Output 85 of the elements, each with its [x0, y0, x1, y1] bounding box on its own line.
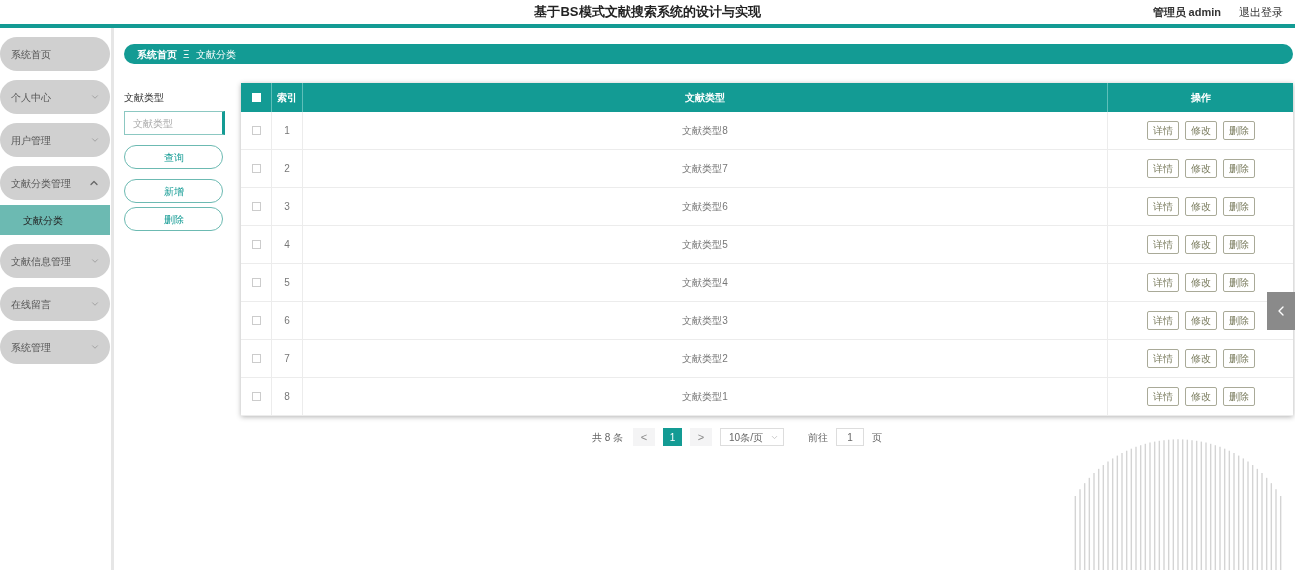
- table-cell-text: 文献类型6: [682, 200, 728, 214]
- breadcrumb-separator: Ξ: [183, 47, 190, 62]
- page-title: 基于BS模式文献搜索系统的设计与实现: [534, 3, 761, 22]
- row-action-button[interactable]: 详情: [1146, 197, 1179, 216]
- search-field[interactable]: 文献类型: [124, 111, 225, 135]
- chevron-down-icon: [90, 342, 100, 352]
- sidebar-item[interactable]: 个人中心: [0, 80, 110, 114]
- column-header: 文献类型: [685, 91, 725, 105]
- action-button[interactable]: 查询: [124, 145, 223, 169]
- goto-label: 前往: [808, 430, 829, 445]
- sidebar-item[interactable]: 系统管理: [0, 330, 110, 364]
- next-page-button[interactable]: >: [690, 428, 713, 446]
- user-label: 管理员 admin: [1152, 4, 1221, 20]
- table-cell-text: 4: [284, 238, 290, 252]
- logout-link[interactable]: 退出登录: [1239, 3, 1283, 21]
- table-cell-text: 2: [284, 162, 290, 176]
- sidebar-item[interactable]: 系统首页: [0, 37, 110, 71]
- sidebar-subitem[interactable]: 文献分类: [0, 205, 110, 235]
- sidebar-item[interactable]: 文献信息管理: [0, 244, 110, 278]
- row-checkbox[interactable]: [251, 164, 261, 173]
- table-cell-text: 文献类型8: [682, 124, 728, 138]
- row-action-button[interactable]: 详情: [1146, 349, 1179, 368]
- table-cell-text: 文献类型1: [682, 390, 728, 404]
- table-cell-text: 8: [284, 390, 290, 404]
- page-button[interactable]: 1: [663, 428, 683, 446]
- chevron-down-icon: [90, 256, 100, 266]
- row-action-button[interactable]: 修改: [1184, 273, 1217, 292]
- row-action-button[interactable]: 删除: [1222, 197, 1255, 216]
- table-cell-text: 5: [284, 276, 290, 290]
- breadcrumb-link[interactable]: 系统首页: [137, 46, 177, 62]
- table-cell-text: 6: [284, 314, 290, 328]
- row-checkbox[interactable]: [251, 126, 261, 135]
- row-checkbox[interactable]: [251, 240, 261, 249]
- row-action-button[interactable]: 详情: [1146, 235, 1179, 254]
- chevron-down-icon: [90, 299, 100, 309]
- column-header: 操作: [1190, 91, 1211, 105]
- row-action-button[interactable]: 删除: [1222, 235, 1255, 254]
- table-cell-text: 文献类型5: [682, 238, 728, 252]
- chevron-down-icon: [90, 135, 100, 145]
- row-checkbox[interactable]: [251, 354, 261, 363]
- row-action-button[interactable]: 修改: [1184, 349, 1217, 368]
- row-action-button[interactable]: 删除: [1222, 387, 1255, 406]
- row-action-button[interactable]: 删除: [1222, 273, 1255, 292]
- row-action-button[interactable]: 详情: [1146, 121, 1179, 140]
- goto-suffix: 页: [872, 430, 883, 445]
- goto-page-field[interactable]: 1: [836, 428, 865, 446]
- row-action-button[interactable]: 删除: [1222, 349, 1255, 368]
- row-action-button[interactable]: 详情: [1146, 311, 1179, 330]
- sidebar-item[interactable]: 用户管理: [0, 123, 110, 157]
- total-count: 共 8 条: [591, 430, 624, 445]
- sidebar-item[interactable]: 在线留言: [0, 287, 110, 321]
- table-cell-text: 3: [284, 200, 290, 214]
- collapse-tab[interactable]: [1267, 292, 1295, 330]
- row-action-button[interactable]: 删除: [1222, 121, 1255, 140]
- row-action-button[interactable]: 详情: [1146, 273, 1179, 292]
- table-cell-text: 1: [284, 124, 290, 138]
- row-action-button[interactable]: 详情: [1146, 387, 1179, 406]
- row-action-button[interactable]: 修改: [1184, 197, 1217, 216]
- row-checkbox[interactable]: [251, 316, 261, 325]
- select-all-checkbox[interactable]: [251, 93, 261, 102]
- prev-page-button[interactable]: <: [633, 428, 656, 446]
- row-action-button[interactable]: 详情: [1146, 159, 1179, 178]
- action-button[interactable]: 新增: [124, 179, 223, 203]
- action-button[interactable]: 删除: [124, 207, 223, 231]
- table-cell-text: 7: [284, 352, 290, 366]
- page-size-select[interactable]: 10条/页: [720, 428, 785, 446]
- table-cell-text: 文献类型4: [682, 276, 728, 290]
- filter-label: 文献类型: [124, 91, 165, 105]
- row-checkbox[interactable]: [251, 202, 261, 211]
- row-action-button[interactable]: 修改: [1184, 235, 1217, 254]
- row-checkbox[interactable]: [251, 278, 261, 287]
- sidebar-item[interactable]: 文献分类管理: [0, 166, 110, 200]
- row-checkbox[interactable]: [251, 392, 261, 401]
- chevron-down-icon: [90, 92, 100, 102]
- row-action-button[interactable]: 修改: [1184, 311, 1217, 330]
- row-action-button[interactable]: 修改: [1184, 159, 1217, 178]
- breadcrumb-current: 文献分类: [195, 47, 236, 62]
- table-cell-text: 文献类型3: [682, 314, 728, 328]
- row-action-button[interactable]: 删除: [1222, 311, 1255, 330]
- column-header: 索引: [277, 91, 297, 105]
- table-cell-text: 文献类型7: [682, 162, 728, 176]
- row-action-button[interactable]: 修改: [1184, 121, 1217, 140]
- row-action-button[interactable]: 删除: [1222, 159, 1255, 178]
- table-cell-text: 文献类型2: [682, 352, 728, 366]
- row-action-button[interactable]: 修改: [1184, 387, 1217, 406]
